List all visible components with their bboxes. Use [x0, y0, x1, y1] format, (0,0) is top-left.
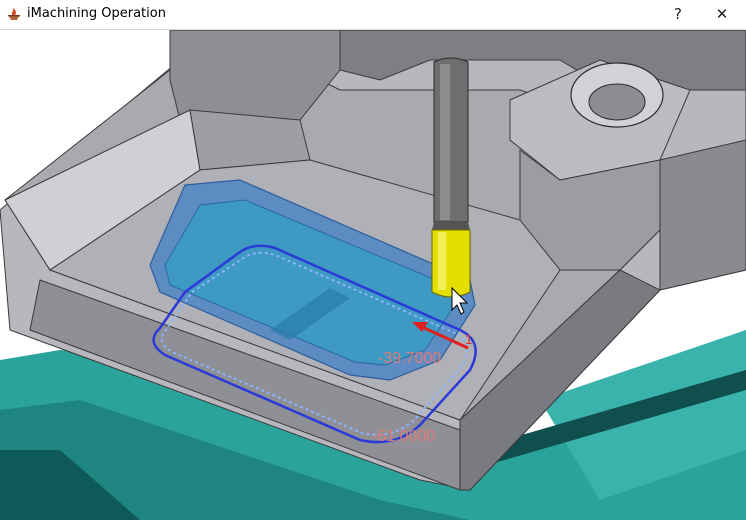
imachining-window: iMachining Operation ? ✕ -39.7000 -61.00… — [0, 0, 746, 520]
cutting-tool — [431, 57, 471, 298]
axis-label: 1 — [465, 331, 473, 347]
dimension-label-2[interactable]: -61.0000 — [372, 428, 435, 446]
cad-scene[interactable] — [0, 30, 746, 520]
help-button[interactable]: ? — [656, 0, 700, 29]
title-bar[interactable]: iMachining Operation ? ✕ — [0, 0, 746, 30]
3d-viewport[interactable]: -39.7000 -61.0000 1 — [0, 30, 746, 520]
imachining-app-icon — [6, 6, 22, 22]
dimension-label-1[interactable]: -39.7000 — [378, 350, 441, 368]
window-title: iMachining Operation — [27, 6, 166, 21]
close-button[interactable]: ✕ — [700, 0, 744, 29]
